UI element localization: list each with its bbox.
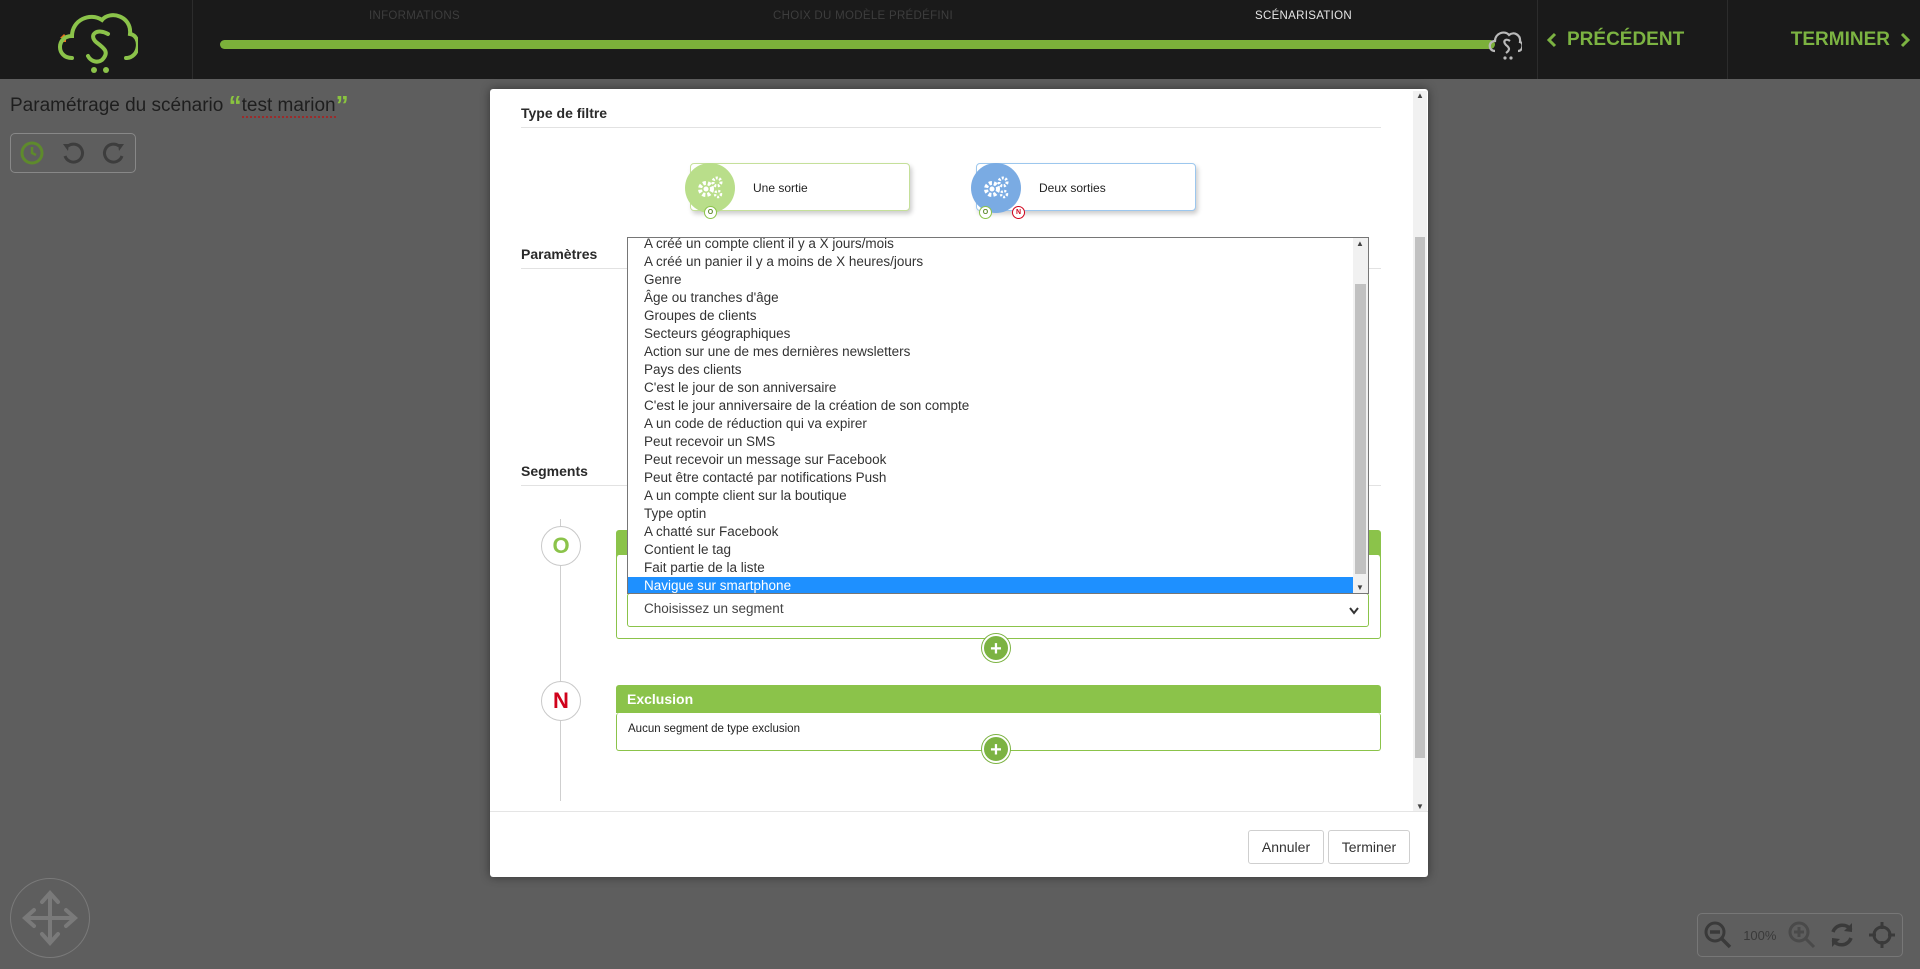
modal-scrollbar[interactable]: ▲ ▼: [1413, 91, 1427, 811]
top-bar: INFORMATIONS CHOIX DU MODÈLE PRÉDÉFINI S…: [0, 0, 1920, 79]
gears-icon: [698, 176, 723, 199]
undo-icon[interactable]: [60, 140, 86, 166]
app-logo[interactable]: [0, 0, 193, 79]
dropdown-option[interactable]: Groupes de clients: [628, 307, 1368, 325]
finish-nav-label: TERMINER: [1790, 28, 1890, 50]
filter-one-output-card[interactable]: Une sortie O: [685, 163, 910, 219]
redo-icon[interactable]: [101, 140, 127, 166]
segment-o-marker: O: [541, 526, 581, 566]
filter-one-output-label: Une sortie: [753, 181, 808, 195]
modal-scroll-thumb[interactable]: [1415, 237, 1425, 758]
scroll-down-arrow-icon[interactable]: ▼: [1413, 802, 1427, 811]
pan-control[interactable]: [10, 878, 90, 958]
dropdown-option[interactable]: Peut recevoir un SMS: [628, 433, 1368, 451]
add-exclusion-segment-button[interactable]: +: [982, 735, 1010, 763]
scenario-name[interactable]: test marion: [241, 95, 336, 118]
step-model-choice[interactable]: CHOIX DU MODÈLE PRÉDÉFINI: [773, 10, 953, 22]
page-title-prefix: Paramétrage du scénario: [10, 95, 224, 116]
output-port-o: O: [704, 206, 717, 219]
scroll-down-arrow-icon[interactable]: ▼: [1353, 583, 1367, 592]
history-toolbar: [10, 133, 136, 173]
exclusion-header: Exclusion: [616, 685, 1381, 713]
gears-icon: [984, 176, 1009, 199]
dropdown-option[interactable]: Type optin: [628, 505, 1368, 523]
segment-dropdown-list[interactable]: A créé un compte client il y a X jours/m…: [627, 237, 1369, 594]
dropdown-option[interactable]: A un compte client sur la boutique: [628, 487, 1368, 505]
close-quote-mark: ”: [335, 90, 349, 120]
cloud-cart-logo-icon: [58, 13, 138, 73]
dropdown-option[interactable]: Secteurs géographiques: [628, 325, 1368, 343]
chevron-down-icon: [1349, 607, 1359, 615]
dropdown-option[interactable]: Pays des clients: [628, 361, 1368, 379]
dropdown-option[interactable]: A créé un panier il y a moins de X heure…: [628, 253, 1368, 271]
filter-two-outputs-card[interactable]: Deux sorties O N: [971, 163, 1196, 219]
dropdown-option[interactable]: Fait partie de la liste: [628, 559, 1368, 577]
move-arrows-icon: [21, 889, 79, 947]
output-port-n: N: [1012, 206, 1025, 219]
chevron-right-icon: [1900, 32, 1911, 47]
chevron-left-icon: [1546, 32, 1557, 47]
filter-type-label: Type de filtre: [521, 105, 608, 121]
dropdown-option-selected[interactable]: Navigue sur smartphone: [628, 577, 1368, 593]
zoom-out-icon[interactable]: [1703, 920, 1733, 950]
modal-body: Type de filtre Une sortie O Deux sorties…: [490, 89, 1413, 811]
refresh-icon[interactable]: [1827, 920, 1857, 950]
page-title: Paramétrage du scénario “test marion”: [10, 90, 349, 121]
scroll-up-arrow-icon[interactable]: ▲: [1353, 239, 1367, 248]
zoom-level: 100%: [1743, 927, 1777, 943]
dropdown-option[interactable]: Contient le tag: [628, 541, 1368, 559]
segments-label: Segments: [521, 463, 588, 479]
parameters-label: Paramètres: [521, 246, 598, 262]
filter-modal: Type de filtre Une sortie O Deux sorties…: [490, 89, 1428, 877]
dropdown-option[interactable]: Action sur une de mes dernières newslett…: [628, 343, 1368, 361]
open-quote-mark: “: [228, 90, 242, 120]
progress-bar: [220, 40, 1495, 49]
zoom-in-icon[interactable]: [1787, 920, 1817, 950]
step-scenarisation[interactable]: SCÉNARISATION: [1255, 10, 1352, 22]
previous-button[interactable]: PRÉCÉDENT: [1537, 0, 1727, 79]
finish-nav-button[interactable]: TERMINER: [1727, 0, 1920, 79]
dropdown-option[interactable]: A chatté sur Facebook: [628, 523, 1368, 541]
exclusion-empty-text: Aucun segment de type exclusion: [628, 723, 800, 735]
finish-button[interactable]: Terminer: [1328, 830, 1410, 864]
section-divider: [521, 127, 1381, 128]
dropdown-option[interactable]: Âge ou tranches d'âge: [628, 289, 1368, 307]
zoom-toolbar: 100%: [1697, 913, 1903, 957]
dropdown-option[interactable]: C'est le jour de son anniversaire: [628, 379, 1368, 397]
dropdown-scrollbar[interactable]: ▲ ▼: [1353, 238, 1368, 593]
segment-select-placeholder: Choisissez un segment: [644, 601, 784, 616]
history-clock-icon[interactable]: [19, 140, 45, 166]
exclusion-title: Exclusion: [627, 691, 694, 707]
output-port-o: O: [979, 206, 992, 219]
progress-cloud-icon: [1488, 31, 1522, 60]
filter-two-outputs-badge: [971, 163, 1021, 213]
add-inclusion-segment-button[interactable]: +: [982, 634, 1010, 662]
dropdown-option[interactable]: C'est le jour anniversaire de la créatio…: [628, 397, 1368, 415]
dropdown-scroll-thumb[interactable]: [1355, 284, 1366, 574]
previous-label: PRÉCÉDENT: [1567, 28, 1685, 50]
dropdown-option[interactable]: A créé un compte client il y a X jours/m…: [628, 238, 1368, 253]
scroll-up-arrow-icon[interactable]: ▲: [1413, 91, 1427, 100]
modal-footer-divider: [490, 811, 1428, 812]
cancel-button[interactable]: Annuler: [1248, 830, 1324, 864]
dropdown-option[interactable]: Peut recevoir un message sur Facebook: [628, 451, 1368, 469]
center-target-icon[interactable]: [1867, 920, 1897, 950]
dropdown-option[interactable]: Peut être contacté par notifications Pus…: [628, 469, 1368, 487]
filter-two-outputs-label: Deux sorties: [1039, 181, 1106, 195]
segment-select[interactable]: Choisissez un segment: [627, 593, 1369, 627]
dropdown-option[interactable]: A un code de réduction qui va expirer: [628, 415, 1368, 433]
segment-n-marker: N: [541, 681, 581, 721]
step-informations[interactable]: INFORMATIONS: [369, 10, 460, 22]
dropdown-option[interactable]: Genre: [628, 271, 1368, 289]
